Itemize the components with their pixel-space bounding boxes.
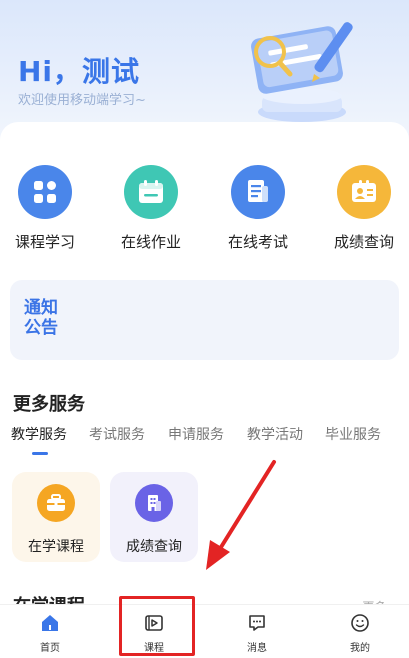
qa-course-study[interactable]: 课程学习: [5, 165, 85, 252]
tabbar-item-profile[interactable]: 我的: [330, 613, 390, 654]
grid-icon: [18, 165, 72, 219]
study-illustration-icon: [251, 22, 353, 122]
service-grade-query[interactable]: 成绩查询: [110, 472, 198, 562]
smile-icon: [350, 613, 370, 633]
qa-grade-query[interactable]: 成绩查询: [324, 165, 404, 252]
briefcase-icon: [37, 484, 75, 522]
qa-online-exam[interactable]: 在线考试: [218, 165, 298, 252]
tab-exam-service[interactable]: 考试服务: [89, 424, 145, 444]
greeting-subtitle: 欢迎使用移动端学习~: [18, 93, 146, 108]
tab-graduation-service[interactable]: 毕业服务: [325, 424, 381, 444]
service-tabs: 教学服务 考试服务 申请服务 教学活动 毕业服务: [0, 424, 409, 454]
notice-line-2: 公告: [24, 318, 58, 338]
tabbar-item-messages[interactable]: 消息: [227, 613, 287, 654]
notice-panel[interactable]: 通知 公告: [10, 280, 399, 360]
id-card-icon: [337, 165, 391, 219]
active-tab-indicator: [32, 452, 48, 455]
calendar-icon: [124, 165, 178, 219]
qa-label: 成绩查询: [333, 233, 394, 251]
highlight-box: [119, 596, 195, 656]
qa-label: 在线作业: [120, 233, 181, 251]
message-icon: [247, 613, 267, 633]
more-services-title: 更多服务: [13, 394, 85, 415]
tabbar-item-home[interactable]: 首页: [20, 613, 80, 654]
qa-label: 课程学习: [14, 233, 75, 251]
tab-application-service[interactable]: 申请服务: [168, 424, 224, 444]
tabbar-label: 我的: [350, 643, 370, 654]
service-label: 成绩查询: [126, 539, 182, 555]
document-icon: [231, 165, 285, 219]
qa-label: 在线考试: [227, 233, 288, 251]
qa-online-homework[interactable]: 在线作业: [111, 165, 191, 252]
tab-teaching-activity[interactable]: 教学活动: [247, 424, 303, 444]
tabbar-label: 消息: [247, 643, 267, 654]
tabbar-label: 首页: [40, 643, 60, 654]
notice-label: 通知 公告: [24, 298, 64, 338]
annotation-arrow-icon: [206, 460, 276, 570]
tab-teaching-service[interactable]: 教学服务: [11, 424, 67, 444]
service-label: 在学课程: [28, 539, 84, 555]
service-current-courses[interactable]: 在学课程: [12, 472, 100, 562]
notice-line-1: 通知: [24, 298, 58, 318]
greeting-title: Hi，测试: [18, 55, 141, 88]
home-icon: [40, 613, 60, 633]
bottom-tab-bar: 首页 课程 消息 我的: [0, 604, 409, 658]
building-icon: [135, 484, 173, 522]
